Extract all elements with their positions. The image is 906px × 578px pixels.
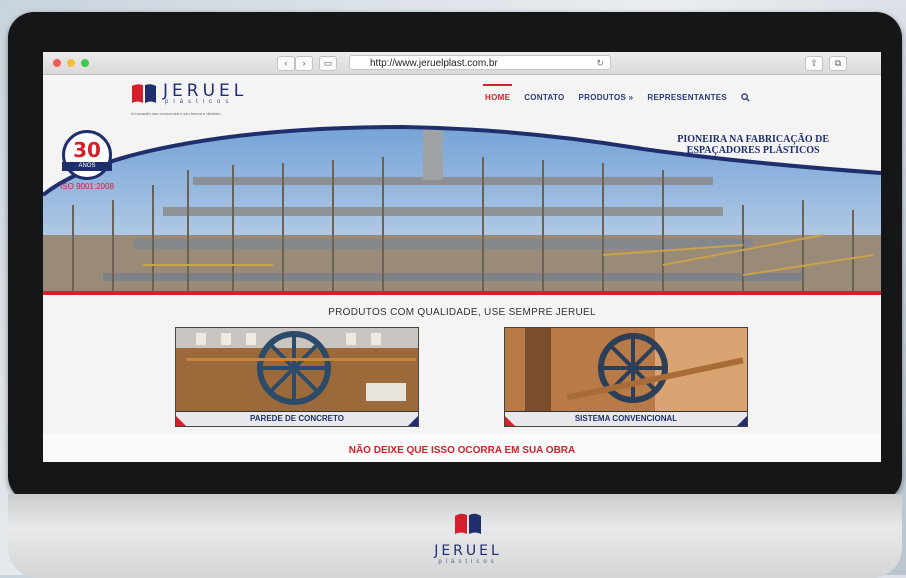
- tagline-line-1: PIONEIRA NA FABRICAÇÃO DE: [677, 134, 829, 145]
- tabs-icon[interactable]: ⧉: [829, 56, 847, 71]
- search-icon[interactable]: [741, 93, 750, 104]
- reload-icon[interactable]: ↻: [596, 56, 604, 71]
- chin-brand-name: JERUEL: [434, 543, 502, 559]
- product-card-parede[interactable]: PAREDE DE CONCRETO: [175, 327, 419, 427]
- anniversary-badge: 30 ANOS ISO 9001:2008: [53, 130, 121, 191]
- back-icon[interactable]: ‹: [277, 56, 295, 71]
- menu-item-home[interactable]: HOME: [482, 84, 513, 104]
- main-menu: HOME CONTATO PRODUTOS » REPRESENTANTES: [482, 84, 750, 104]
- share-icon[interactable]: ⇧: [805, 56, 823, 71]
- corner-accent-red: [505, 416, 515, 426]
- badge-circle: 30 ANOS: [62, 130, 112, 180]
- site-header: JERUEL plásticos A inovação que economiz…: [43, 75, 881, 116]
- card-label-parede: PAREDE DE CONCRETO: [176, 411, 418, 426]
- parede-photo: [176, 328, 418, 412]
- warning-text: NÃO DEIXE QUE ISSO OCORRA EM SUA OBRA: [348, 445, 576, 456]
- close-window-button[interactable]: [53, 59, 61, 67]
- corner-accent-red: [176, 416, 186, 426]
- menu-item-representantes[interactable]: REPRESENTANTES: [647, 93, 727, 104]
- product-card-convencional[interactable]: SISTEMA CONVENCIONAL: [504, 327, 748, 427]
- corner-accent-navy: [737, 416, 747, 426]
- menu-item-produtos[interactable]: PRODUTOS »: [579, 93, 634, 104]
- chin-brand-sub: plásticos: [438, 559, 498, 565]
- url-text: http://www.jeruelplast.com.br: [370, 58, 498, 69]
- sidebar-icon[interactable]: ▭: [319, 56, 337, 71]
- iso-label: ISO 9001:2008: [60, 182, 114, 191]
- menu-item-contato[interactable]: CONTATO: [524, 93, 564, 104]
- badge-ribbon: ANOS: [62, 162, 112, 171]
- logo-name: JERUEL: [163, 81, 248, 101]
- corner-accent-navy: [408, 416, 418, 426]
- forward-icon[interactable]: ›: [295, 56, 313, 71]
- jeruel-logo-mark: [132, 84, 156, 103]
- hero-tagline: PIONEIRA NA FABRICAÇÃO DE ESPAÇADORES PL…: [677, 134, 829, 156]
- minimize-window-button[interactable]: [67, 59, 75, 67]
- monitor-chin: JERUEL plásticos: [8, 494, 902, 578]
- jeruel-logo-mark: [455, 513, 481, 534]
- browser-toolbar: ‹ › ▭ http://www.jeruelplast.com.br ↻ ⇧ …: [43, 52, 881, 75]
- card-label-convencional: SISTEMA CONVENCIONAL: [505, 411, 747, 426]
- maximize-window-button[interactable]: [81, 59, 89, 67]
- browser-window: ‹ › ▭ http://www.jeruelplast.com.br ↻ ⇧ …: [43, 52, 881, 462]
- address-bar[interactable]: http://www.jeruelplast.com.br ↻: [349, 55, 611, 70]
- tagline-line-2: ESPAÇADORES PLÁSTICOS: [686, 145, 820, 156]
- convencional-photo: [505, 328, 747, 412]
- products-title: PRODUTOS COM QUALIDADE, USE SEMPRE JERUE…: [328, 307, 596, 318]
- chin-logo: JERUEL plásticos: [408, 512, 528, 565]
- logo-subtitle: plásticos: [165, 99, 234, 105]
